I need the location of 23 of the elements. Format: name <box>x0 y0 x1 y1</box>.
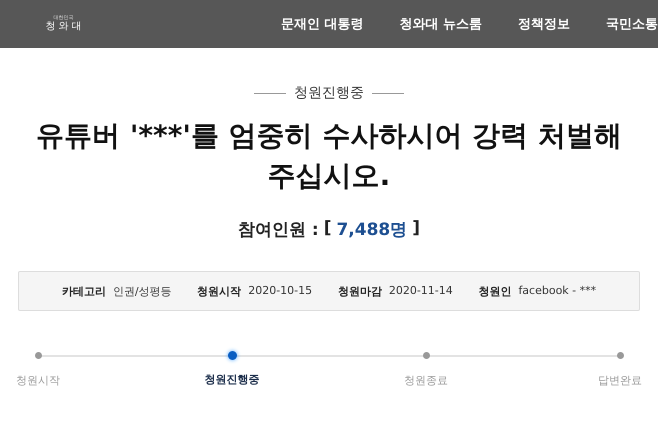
info-label: 청원인 <box>478 284 512 298</box>
info-value: 인권/성평등 <box>112 284 172 298</box>
step-label: 답변완료 <box>598 373 642 388</box>
info-label: 청원마감 <box>338 284 382 298</box>
petition-title: 유튜버 '***'를 엄중히 수사하시어 강력 처벌해 주십시오. <box>35 118 623 194</box>
step-label: 청원시작 <box>16 373 60 388</box>
logo-name[interactable]: 청 와 대 <box>45 21 82 33</box>
step-label: 청원종료 <box>404 373 448 388</box>
nav-link[interactable]: 정책정보 <box>518 15 570 33</box>
info-label: 카테고리 <box>62 284 106 298</box>
step-label: 청원진행중 <box>204 372 260 387</box>
petition-status: 청원진행중 <box>294 84 364 102</box>
bracket: [ <box>324 218 332 240</box>
participants-label: 참여인원 : <box>238 219 319 241</box>
nav-link[interactable]: 국민소통 <box>606 15 658 33</box>
nav-link[interactable]: 청와대 뉴스룸 <box>399 15 482 33</box>
info-label: 청원시작 <box>197 284 242 298</box>
bracket: ] <box>412 218 420 240</box>
nav-link[interactable]: 문재인 대통령 <box>280 15 364 33</box>
info-value: 2020-11-14 <box>388 284 453 298</box>
info-value: facebook - *** <box>518 284 596 298</box>
info-value: 2020-10-15 <box>248 284 312 298</box>
participants-count: 7,488명 <box>336 219 408 241</box>
